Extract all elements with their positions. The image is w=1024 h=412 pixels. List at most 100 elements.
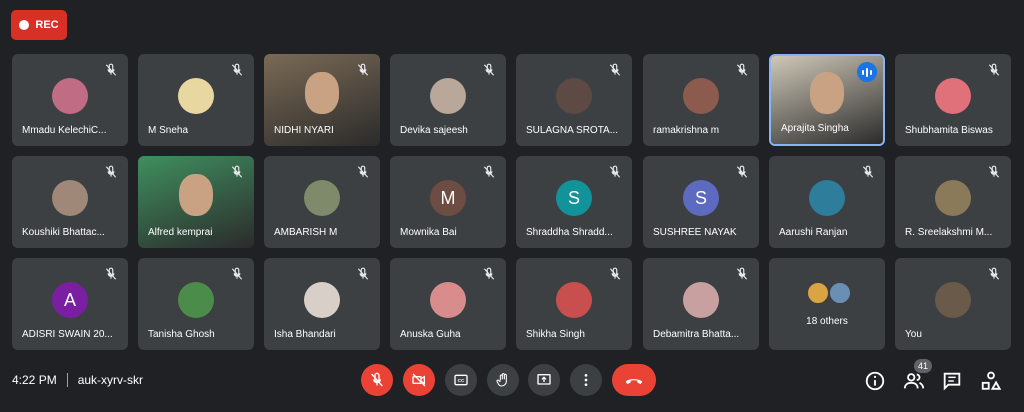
- mic-off-icon: [371, 372, 383, 387]
- mic-off-icon: [483, 63, 495, 76]
- speaking-indicator-icon: [857, 62, 877, 82]
- avatar: M: [430, 180, 466, 217]
- person-silhouette: [810, 71, 844, 114]
- participant-tile[interactable]: Mmadu KelechiC...: [12, 54, 128, 146]
- leave-call-button[interactable]: [612, 364, 656, 396]
- more-options-button[interactable]: [570, 364, 602, 396]
- mic-off-icon: [231, 165, 243, 178]
- participant-name: AMBARISH M: [274, 227, 338, 238]
- microphone-toggle-button[interactable]: [361, 364, 393, 396]
- divider: [66, 373, 68, 387]
- participant-name: Mownika Bai: [400, 227, 457, 238]
- participant-name: SULAGNA SROTA...: [526, 125, 619, 136]
- camera-toggle-button[interactable]: [403, 364, 435, 396]
- participant-name: SUSHREE NAYAK: [653, 227, 737, 238]
- avatar: [178, 78, 214, 115]
- participant-name: Debamitra Bhatta...: [653, 329, 740, 340]
- participant-name: Devika sajeesh: [400, 125, 468, 136]
- participant-tile[interactable]: R. Sreelakshmi M...: [895, 156, 1011, 248]
- mic-off-icon: [862, 165, 874, 178]
- avatar: [52, 180, 88, 217]
- avatar: S: [683, 180, 719, 217]
- raise-hand-icon: [496, 373, 507, 387]
- mic-off-icon: [988, 63, 1000, 76]
- activities-icon[interactable]: [980, 370, 1002, 392]
- avatar: [304, 180, 340, 217]
- participant-name: Isha Bhandari: [274, 329, 336, 340]
- avatar: [935, 180, 971, 217]
- participant-name: 18 others: [806, 316, 848, 327]
- avatar: A: [52, 282, 88, 319]
- meeting-details: 4:22 PM auk-xyrv-skr: [12, 373, 143, 387]
- avatar: [430, 282, 466, 319]
- recording-indicator: REC: [11, 10, 67, 40]
- mic-off-icon: [736, 165, 748, 178]
- participant-name: ramakrishna m: [653, 125, 720, 136]
- participant-tile[interactable]: A ADISRI SWAIN 20...: [12, 258, 128, 350]
- avatar: [935, 78, 971, 115]
- participant-name: NIDHI NYARI: [274, 125, 334, 136]
- participant-tile[interactable]: Koushiki Bhattac...: [12, 156, 128, 248]
- present-now-button[interactable]: [528, 364, 560, 396]
- participant-tile[interactable]: 18 others: [769, 258, 885, 350]
- participant-tile[interactable]: You: [895, 258, 1011, 350]
- participant-tile[interactable]: Devika sajeesh: [390, 54, 506, 146]
- captions-button[interactable]: CC: [445, 364, 477, 396]
- meeting-code[interactable]: auk-xyrv-skr: [78, 373, 143, 387]
- participant-tile[interactable]: Tanisha Ghosh: [138, 258, 254, 350]
- participant-name: M Sneha: [148, 125, 189, 136]
- participant-tile[interactable]: Shubhamita Biswas: [895, 54, 1011, 146]
- participant-name: Anuska Guha: [400, 329, 461, 340]
- participant-tile[interactable]: Debamitra Bhatta...: [643, 258, 759, 350]
- captions-icon: CC: [454, 374, 468, 386]
- participant-name: Tanisha Ghosh: [148, 329, 215, 340]
- participant-tile[interactable]: Shikha Singh: [516, 258, 632, 350]
- mic-off-icon: [105, 165, 117, 178]
- avatar: S: [556, 180, 592, 217]
- mic-off-icon: [736, 267, 748, 280]
- participant-name: R. Sreelakshmi M...: [905, 227, 993, 238]
- hang-up-icon: [625, 379, 643, 385]
- person-silhouette: [179, 173, 213, 216]
- avatar: [304, 282, 340, 319]
- record-dot-icon: [19, 20, 30, 30]
- mic-off-icon: [105, 267, 117, 280]
- participant-tile[interactable]: Isha Bhandari: [264, 258, 380, 350]
- chat-icon[interactable]: [941, 370, 963, 392]
- mic-off-icon: [231, 267, 243, 280]
- participant-name: You: [905, 329, 922, 340]
- avatar: [683, 78, 719, 115]
- participant-tile[interactable]: AMBARISH M: [264, 156, 380, 248]
- participant-tile[interactable]: NIDHI NYARI: [264, 54, 380, 146]
- person-silhouette: [305, 71, 339, 114]
- participant-tile[interactable]: SULAGNA SROTA...: [516, 54, 632, 146]
- present-icon: [537, 374, 551, 385]
- current-time: 4:22 PM: [12, 373, 57, 387]
- avatar: [809, 180, 845, 217]
- mic-off-icon: [357, 267, 369, 280]
- participant-tile[interactable]: Aarushi Ranjan: [769, 156, 885, 248]
- participant-tile[interactable]: M Sneha: [138, 54, 254, 146]
- info-icon[interactable]: [864, 370, 886, 392]
- participant-tile[interactable]: M Mownika Bai: [390, 156, 506, 248]
- participant-name: Koushiki Bhattac...: [22, 227, 105, 238]
- participant-tile[interactable]: S Shraddha Shradd...: [516, 156, 632, 248]
- mic-off-icon: [231, 63, 243, 76]
- avatar: [430, 78, 466, 115]
- mic-off-icon: [609, 165, 621, 178]
- avatar: [178, 282, 214, 319]
- mic-off-icon: [988, 165, 1000, 178]
- raise-hand-button[interactable]: [487, 364, 519, 396]
- recording-label: REC: [35, 19, 59, 31]
- avatar: [935, 282, 971, 319]
- participant-tile[interactable]: Aprajita Singha: [769, 54, 885, 146]
- mic-off-icon: [736, 63, 748, 76]
- svg-text:CC: CC: [458, 378, 465, 383]
- participant-tile[interactable]: ramakrishna m: [643, 54, 759, 146]
- avatar: [829, 282, 851, 304]
- people-icon[interactable]: [903, 370, 925, 392]
- participant-tile[interactable]: S SUSHREE NAYAK: [643, 156, 759, 248]
- participant-tile[interactable]: Anuska Guha: [390, 258, 506, 350]
- mic-off-icon: [609, 267, 621, 280]
- participant-tile[interactable]: Alfred kemprai: [138, 156, 254, 248]
